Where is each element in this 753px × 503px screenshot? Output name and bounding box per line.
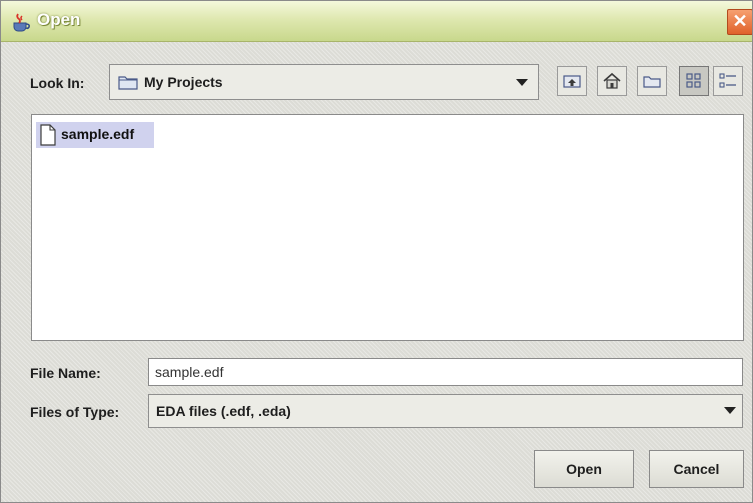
title-bar[interactable]: Open ✕ (1, 1, 752, 42)
details-view-icon (719, 73, 736, 88)
files-of-type-label: Files of Type: (30, 404, 120, 420)
open-dialog: Open ✕ Look In: My Projects sample.edf F… (0, 0, 753, 503)
list-item[interactable]: sample.edf (36, 122, 154, 148)
java-cup-icon (13, 13, 30, 32)
list-view-button[interactable] (679, 66, 709, 96)
file-name-field[interactable] (148, 358, 743, 386)
chevron-down-icon (516, 79, 528, 86)
file-name: sample.edf (61, 126, 135, 142)
files-of-type-combo[interactable]: EDA files (.edf, .eda) (148, 394, 743, 428)
look-in-value: My Projects (144, 74, 223, 90)
look-in-combo[interactable]: My Projects (109, 64, 539, 100)
up-folder-icon (563, 75, 581, 88)
new-folder-button[interactable] (637, 66, 667, 96)
folder-icon (118, 76, 138, 90)
open-button[interactable]: Open (534, 450, 634, 488)
window-title: Open (37, 10, 81, 29)
details-view-button[interactable] (713, 66, 743, 96)
new-folder-icon (643, 76, 661, 88)
file-list[interactable]: sample.edf (31, 114, 744, 341)
up-one-level-button[interactable] (557, 66, 587, 96)
cancel-button[interactable]: Cancel (649, 450, 744, 488)
list-view-icon (686, 73, 701, 88)
file-name-label: File Name: (30, 365, 101, 381)
home-button[interactable] (597, 66, 627, 96)
chevron-down-icon (724, 407, 736, 414)
document-icon (40, 124, 56, 146)
home-icon (603, 72, 621, 89)
close-button[interactable]: ✕ (727, 9, 752, 35)
look-in-label: Look In: (30, 75, 85, 91)
files-of-type-value: EDA files (.edf, .eda) (156, 403, 291, 419)
close-icon: ✕ (732, 11, 748, 31)
